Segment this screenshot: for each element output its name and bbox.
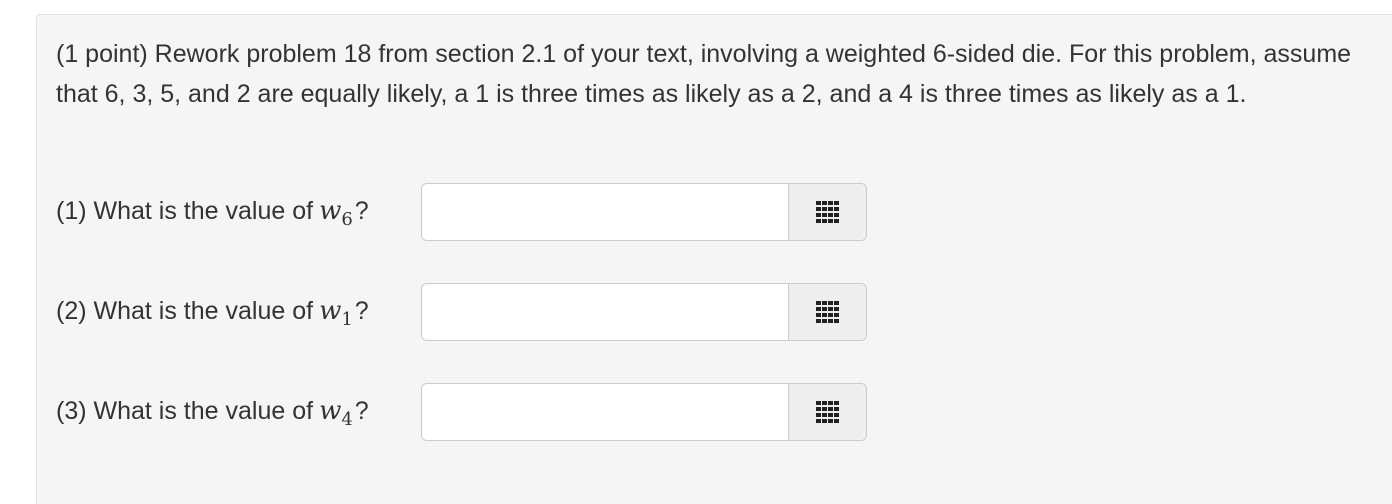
- question-row-2: (2) What is the value of w1 ?: [56, 282, 369, 342]
- question-mark: ?: [354, 196, 369, 225]
- question-prefix: (1) What is the value of: [56, 196, 314, 225]
- question-row-3: (3) What is the value of w4 ?: [56, 382, 369, 442]
- math-variable: w4: [319, 395, 353, 430]
- question-mark: ?: [354, 296, 369, 325]
- answer-input-group-3: [421, 383, 867, 441]
- math-subscript: 1: [341, 308, 353, 330]
- answer-input-group-1: [421, 183, 867, 241]
- question-mark: ?: [354, 396, 369, 425]
- question-row-1: (1) What is the value of w6 ?: [56, 182, 369, 242]
- grid-icon: [816, 301, 839, 323]
- equation-editor-button-2[interactable]: [788, 284, 866, 340]
- question-label-2: (2) What is the value of w1 ?: [56, 295, 369, 330]
- math-subscript: 4: [341, 408, 353, 430]
- math-variable: w1: [319, 295, 353, 330]
- answer-input-1[interactable]: [422, 184, 788, 240]
- math-subscript: 6: [341, 208, 353, 230]
- answer-input-group-2: [421, 283, 867, 341]
- problem-statement: (1 point) Rework problem 18 from section…: [56, 40, 1352, 108]
- math-variable: w6: [319, 195, 353, 230]
- question-prefix: (3) What is the value of: [56, 396, 314, 425]
- question-label-3: (3) What is the value of w4 ?: [56, 395, 369, 430]
- grid-icon: [816, 201, 839, 223]
- question-label-1: (1) What is the value of w6 ?: [56, 195, 369, 230]
- answer-input-3[interactable]: [422, 384, 788, 440]
- question-prefix: (2) What is the value of: [56, 296, 314, 325]
- answer-input-2[interactable]: [422, 284, 788, 340]
- equation-editor-button-3[interactable]: [788, 384, 866, 440]
- equation-editor-button-1[interactable]: [788, 184, 866, 240]
- grid-icon: [816, 401, 839, 423]
- problem-panel: (1 point) Rework problem 18 from section…: [36, 14, 1392, 504]
